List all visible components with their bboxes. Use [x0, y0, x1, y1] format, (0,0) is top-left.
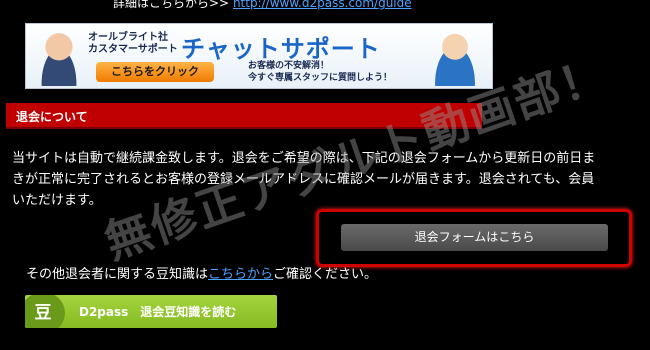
chat-support-banner[interactable]: オールブライト社 カスタマーサポート チャットサポート こちらをクリック お客様… [25, 23, 493, 89]
trivia-link[interactable]: こちらから [208, 267, 273, 282]
guide-link[interactable]: http://www.d2pass.com/guide [233, 0, 412, 10]
read-trivia-button[interactable]: 豆 D2pass 退会豆知識を読む [25, 295, 277, 328]
description-line-2: きが正常に完了されるとお客様の登録メールアドレスに確認メールが届きます。退会され… [12, 172, 595, 187]
description-line-3: いただけます。 [12, 193, 102, 208]
trivia-prefix: その他退会者に関する豆知識は [26, 267, 209, 282]
banner-sub-line2: 今すぐ専属スタッフに質問しよう！ [248, 73, 393, 83]
trivia-suffix: ご確認ください。 [273, 267, 378, 282]
banner-company-line2: カスタマーサポート [88, 44, 178, 55]
banner-title: チャットサポート [181, 35, 381, 63]
bean-icon: 豆 [25, 295, 65, 328]
section-header: 退会について [6, 103, 482, 129]
support-agent-illustration [32, 30, 86, 86]
withdrawal-description: 当サイトは自動で継続課金致します。退会をご希望の際は、下記の退会フォームから更新… [12, 148, 650, 211]
withdraw-form-button[interactable]: 退会フォームはこちら [341, 224, 608, 251]
guide-prefix: 詳細はこちらから>> [113, 0, 230, 10]
description-line-1: 当サイトは自動で継続課金致します。退会をご希望の際は、下記の退会フォームから更新… [12, 151, 596, 166]
trivia-button-label: D2pass 退会豆知識を読む [79, 305, 237, 319]
banner-company: オールブライト社 カスタマーサポート [88, 32, 178, 56]
trivia-line: その他退会者に関する豆知識はこちらからご確認ください。 [26, 263, 377, 282]
banner-click-button[interactable]: こちらをクリック [96, 62, 214, 82]
headset-operator-illustration [426, 30, 484, 86]
banner-sub-line1: お客様の不安解消！ [248, 61, 330, 71]
banner-company-line1: オールブライト社 [88, 32, 168, 43]
section-title: 退会について [16, 110, 88, 124]
banner-subtext: お客様の不安解消！ 今すぐ専属スタッフに質問しよう！ [248, 60, 392, 84]
guide-line: 詳細はこちらから>> http://www.d2pass.com/guide [113, 0, 412, 11]
